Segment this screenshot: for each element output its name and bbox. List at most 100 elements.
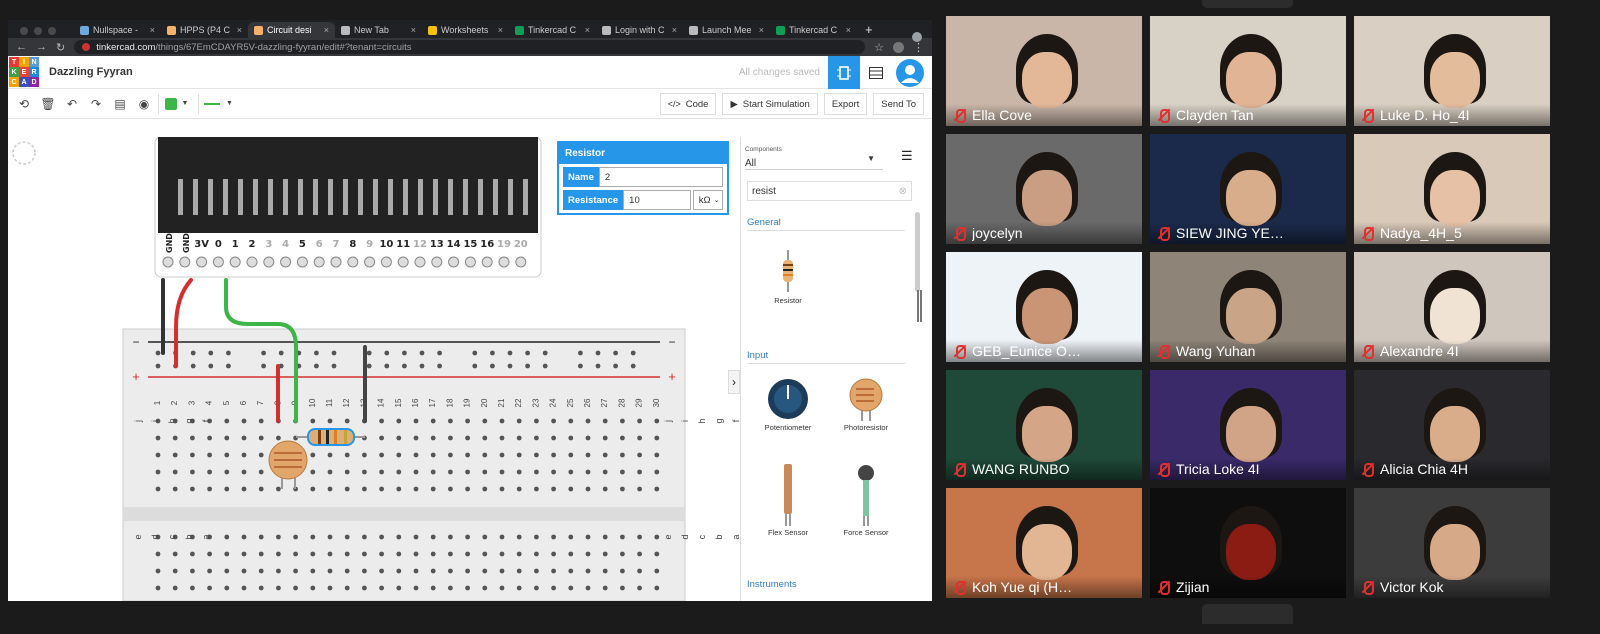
resistance-input[interactable]: 10 bbox=[623, 190, 691, 210]
browser-tab[interactable]: Launch Mee × bbox=[683, 22, 770, 38]
kebab-menu-icon[interactable]: ⋮ bbox=[913, 41, 924, 54]
tie-hole bbox=[637, 469, 642, 475]
visibility-icon[interactable]: ◉ bbox=[134, 94, 154, 114]
participant-tile[interactable]: joycelyn bbox=[946, 134, 1142, 244]
browser-profile-icon[interactable] bbox=[912, 32, 922, 42]
tie-hole bbox=[551, 418, 556, 424]
notes-icon[interactable]: ▤ bbox=[110, 94, 130, 114]
participant-tile[interactable]: Nadya_4H_5 bbox=[1354, 134, 1550, 244]
rotate-icon[interactable]: ⟲ bbox=[14, 94, 34, 114]
component-resistor[interactable]: Resistor bbox=[753, 250, 823, 305]
tab-close-icon[interactable]: × bbox=[498, 25, 503, 35]
browser-tab[interactable]: Login with C × bbox=[596, 22, 683, 38]
participant-tile[interactable]: Clayden Tan bbox=[1150, 16, 1346, 126]
panel-scrollbar[interactable] bbox=[915, 212, 920, 292]
tie-hole bbox=[430, 452, 436, 458]
list-view-icon[interactable]: ☰ bbox=[901, 148, 913, 164]
tab-close-icon[interactable]: × bbox=[672, 25, 677, 35]
tie-hole bbox=[534, 551, 539, 557]
user-avatar[interactable] bbox=[894, 56, 926, 89]
tinkercad-logo[interactable]: TINKERCAD bbox=[9, 57, 39, 87]
component-force-sensor[interactable]: Force Sensor bbox=[831, 464, 901, 537]
tab-close-icon[interactable]: × bbox=[324, 25, 329, 35]
edge-pin bbox=[253, 179, 258, 215]
tie-hole bbox=[620, 435, 625, 441]
tab-close-icon[interactable]: × bbox=[846, 25, 851, 35]
tie-hole bbox=[172, 568, 178, 574]
tab-close-icon[interactable]: × bbox=[585, 25, 590, 35]
tie-hole bbox=[568, 551, 574, 557]
participant-tile[interactable]: Victor Kok bbox=[1354, 488, 1550, 598]
browser-tab[interactable]: Worksheets × bbox=[422, 22, 509, 38]
tie-hole bbox=[602, 435, 608, 441]
participant-tile[interactable]: Ella Cove bbox=[946, 16, 1142, 126]
component-search-input[interactable]: resist ⊗ bbox=[747, 181, 912, 201]
participant-tile[interactable]: GEB_Eunice O… bbox=[946, 252, 1142, 362]
split-resize-handle[interactable] bbox=[917, 290, 922, 322]
participant-tile[interactable]: Alicia Chia 4H bbox=[1354, 370, 1550, 480]
name-input[interactable]: 2 bbox=[598, 167, 723, 187]
components-select[interactable]: Components All ▼ bbox=[745, 142, 883, 170]
design-title[interactable]: Dazzling Fyyran bbox=[49, 66, 133, 78]
column-label: 17 bbox=[428, 398, 437, 407]
tie-hole bbox=[585, 469, 591, 475]
zoom-fit-icon[interactable] bbox=[12, 141, 36, 165]
pin-hole bbox=[330, 256, 342, 268]
code-button[interactable]: </> Code bbox=[659, 93, 717, 115]
schematic-view-button[interactable] bbox=[860, 56, 892, 89]
start-simulation-button[interactable]: ▶ Start Simulation bbox=[722, 93, 818, 115]
breadboard[interactable]: − −+ +1 2 3 4 5 6 7 8 9 10 11 12 13 14 15 16 17 18 19 20 21 22 2… bbox=[122, 328, 740, 601]
clear-search-icon[interactable]: ⊗ bbox=[899, 186, 907, 197]
rail-hole bbox=[155, 350, 161, 356]
color-picker[interactable]: ▼ bbox=[158, 93, 194, 114]
participant-tile[interactable]: Koh Yue qi (H… bbox=[946, 488, 1142, 598]
circuit-view-button[interactable] bbox=[828, 56, 860, 89]
section-input[interactable]: Input bbox=[747, 350, 768, 361]
forward-icon[interactable]: → bbox=[36, 41, 47, 53]
participant-tile[interactable]: SIEW JING YE… bbox=[1150, 134, 1346, 244]
delete-icon[interactable]: 🗑 bbox=[38, 94, 58, 114]
browser-tab[interactable]: Tinkercad C × bbox=[770, 22, 857, 38]
tab-close-icon[interactable]: × bbox=[237, 25, 242, 35]
participant-tile[interactable]: Wang Yuhan bbox=[1150, 252, 1346, 362]
participant-tile[interactable]: Luke D. Ho_4I bbox=[1354, 16, 1550, 126]
redo-icon[interactable]: ↷ bbox=[86, 94, 106, 114]
back-icon[interactable]: ← bbox=[16, 41, 27, 53]
browser-tab[interactable]: Circuit desi × bbox=[248, 22, 335, 38]
tie-hole bbox=[465, 486, 470, 492]
participant-tile[interactable]: Alexandre 4I bbox=[1354, 252, 1550, 362]
participant-tile[interactable]: Zijian bbox=[1150, 488, 1346, 598]
browser-tab[interactable]: Nullspace - × bbox=[74, 22, 161, 38]
url-field[interactable]: tinkercad.com/things/67EmCDAYR5V-dazzlin… bbox=[74, 40, 866, 54]
unit-select[interactable]: kΩ ⌄ bbox=[692, 190, 723, 210]
export-button[interactable]: Export bbox=[823, 93, 868, 115]
tab-close-icon[interactable]: × bbox=[150, 25, 155, 35]
muted-mic-icon bbox=[952, 108, 966, 123]
tab-close-icon[interactable]: × bbox=[759, 25, 764, 35]
column-label: 26 bbox=[583, 398, 592, 407]
tab-close-icon[interactable]: × bbox=[411, 25, 416, 35]
wire-type-picker[interactable]: ▼ bbox=[198, 93, 238, 114]
component-flex-sensor[interactable]: Flex Sensor bbox=[753, 464, 823, 537]
tie-hole bbox=[276, 568, 281, 574]
profile-avatar[interactable] bbox=[893, 41, 904, 53]
section-general[interactable]: General bbox=[747, 217, 781, 228]
participant-tile[interactable]: Tricia Loke 4I bbox=[1150, 370, 1346, 480]
tie-hole bbox=[620, 452, 625, 458]
browser-tab[interactable]: Tinkercad C × bbox=[509, 22, 596, 38]
browser-tab[interactable]: New Tab × bbox=[335, 22, 422, 38]
bookmark-star-icon[interactable]: ☆ bbox=[874, 41, 884, 54]
send-to-button[interactable]: Send To bbox=[873, 93, 924, 115]
microbit[interactable]: GND GND 3V 0 1 2 3 4 5 6 7 8 9 10 11 12 13 14 15 16 19 20 bbox=[154, 137, 542, 278]
window-controls[interactable] bbox=[20, 27, 56, 35]
tie-hole bbox=[448, 585, 453, 591]
section-instruments[interactable]: Instruments bbox=[747, 579, 797, 590]
new-tab-button[interactable]: + bbox=[857, 22, 881, 37]
browser-tab[interactable]: HPPS (P4 C × bbox=[161, 22, 248, 38]
reload-icon[interactable]: ↻ bbox=[56, 41, 65, 54]
component-photoresistor[interactable]: Photoresistor bbox=[831, 377, 901, 432]
undo-icon[interactable]: ↶ bbox=[62, 94, 82, 114]
collapse-panel-button[interactable]: › bbox=[728, 370, 740, 394]
component-potentiometer[interactable]: Potentiometer bbox=[753, 377, 823, 432]
participant-tile[interactable]: WANG RUNBO bbox=[946, 370, 1142, 480]
